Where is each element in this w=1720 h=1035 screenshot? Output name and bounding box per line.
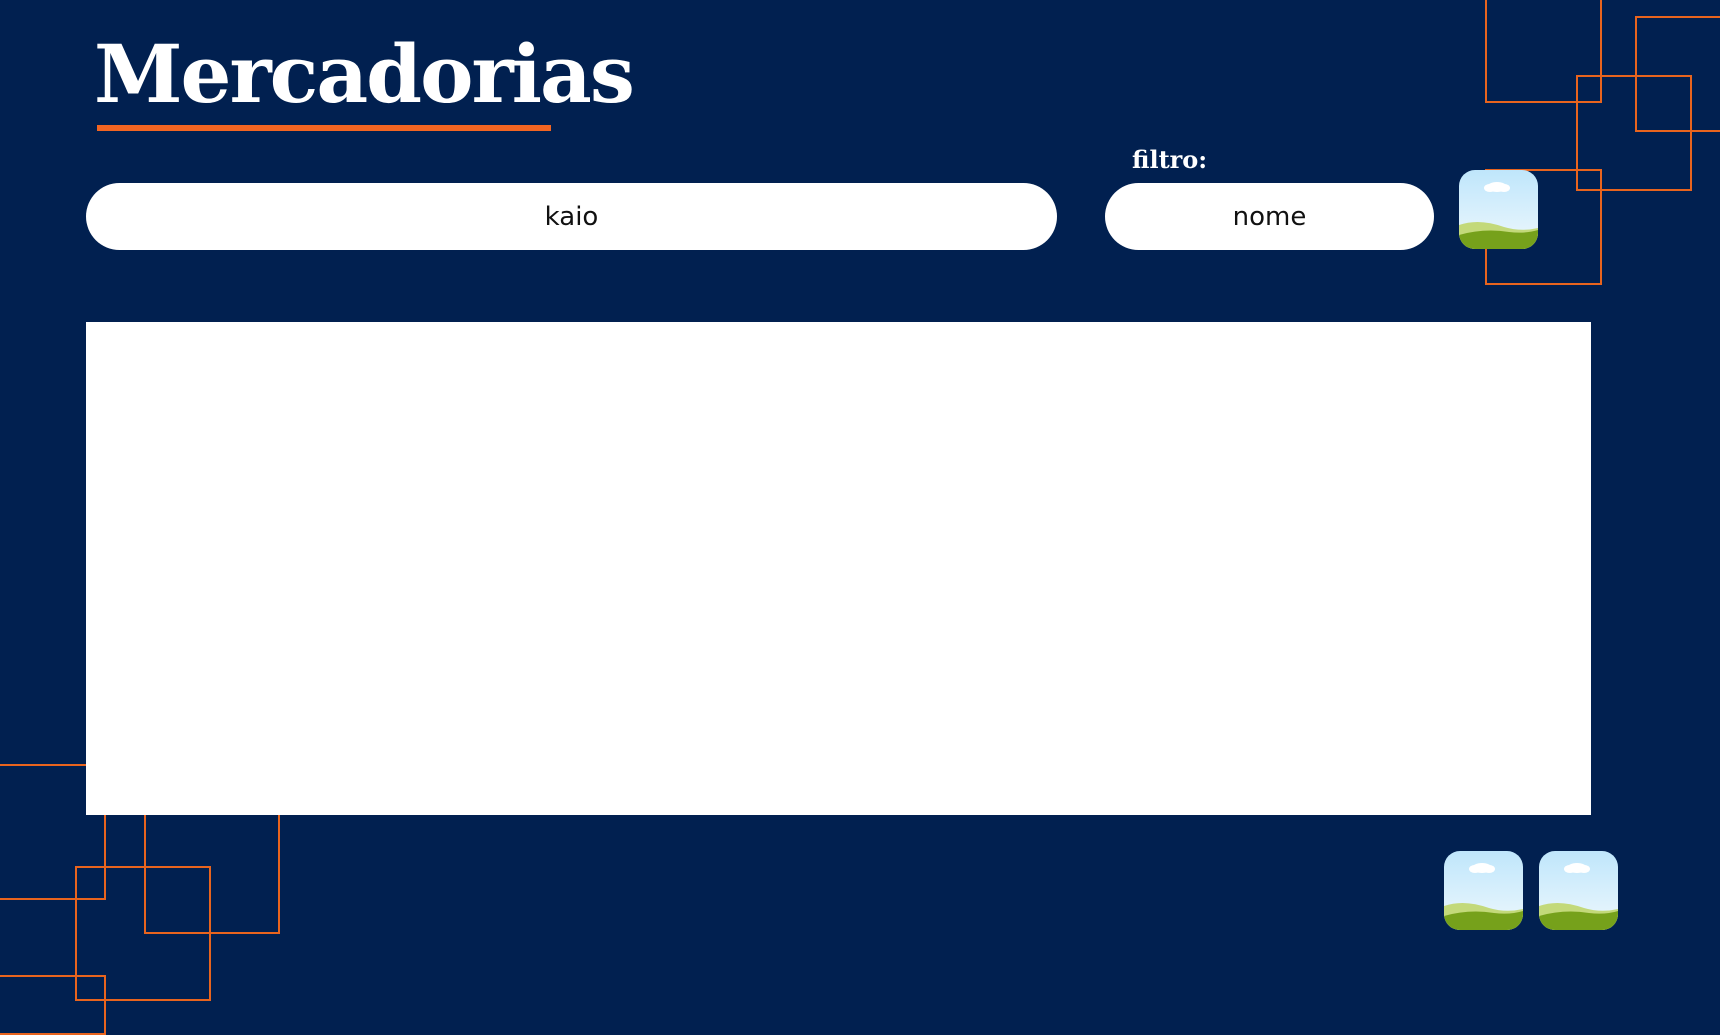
page-title: Mercadorias bbox=[94, 27, 635, 121]
decor-square bbox=[1635, 16, 1720, 132]
search-button[interactable] bbox=[1459, 170, 1538, 249]
filter-label: filtro: bbox=[1132, 145, 1208, 174]
landscape-image-icon bbox=[1459, 170, 1538, 249]
title-underline bbox=[97, 125, 551, 131]
previous-button[interactable] bbox=[1444, 851, 1523, 930]
decor-square bbox=[0, 975, 106, 1035]
next-button[interactable] bbox=[1539, 851, 1618, 930]
results-panel bbox=[86, 322, 1591, 815]
landscape-image-icon bbox=[1539, 851, 1618, 930]
filter-input[interactable] bbox=[1105, 183, 1434, 250]
landscape-image-icon bbox=[1444, 851, 1523, 930]
search-input[interactable] bbox=[86, 183, 1057, 250]
